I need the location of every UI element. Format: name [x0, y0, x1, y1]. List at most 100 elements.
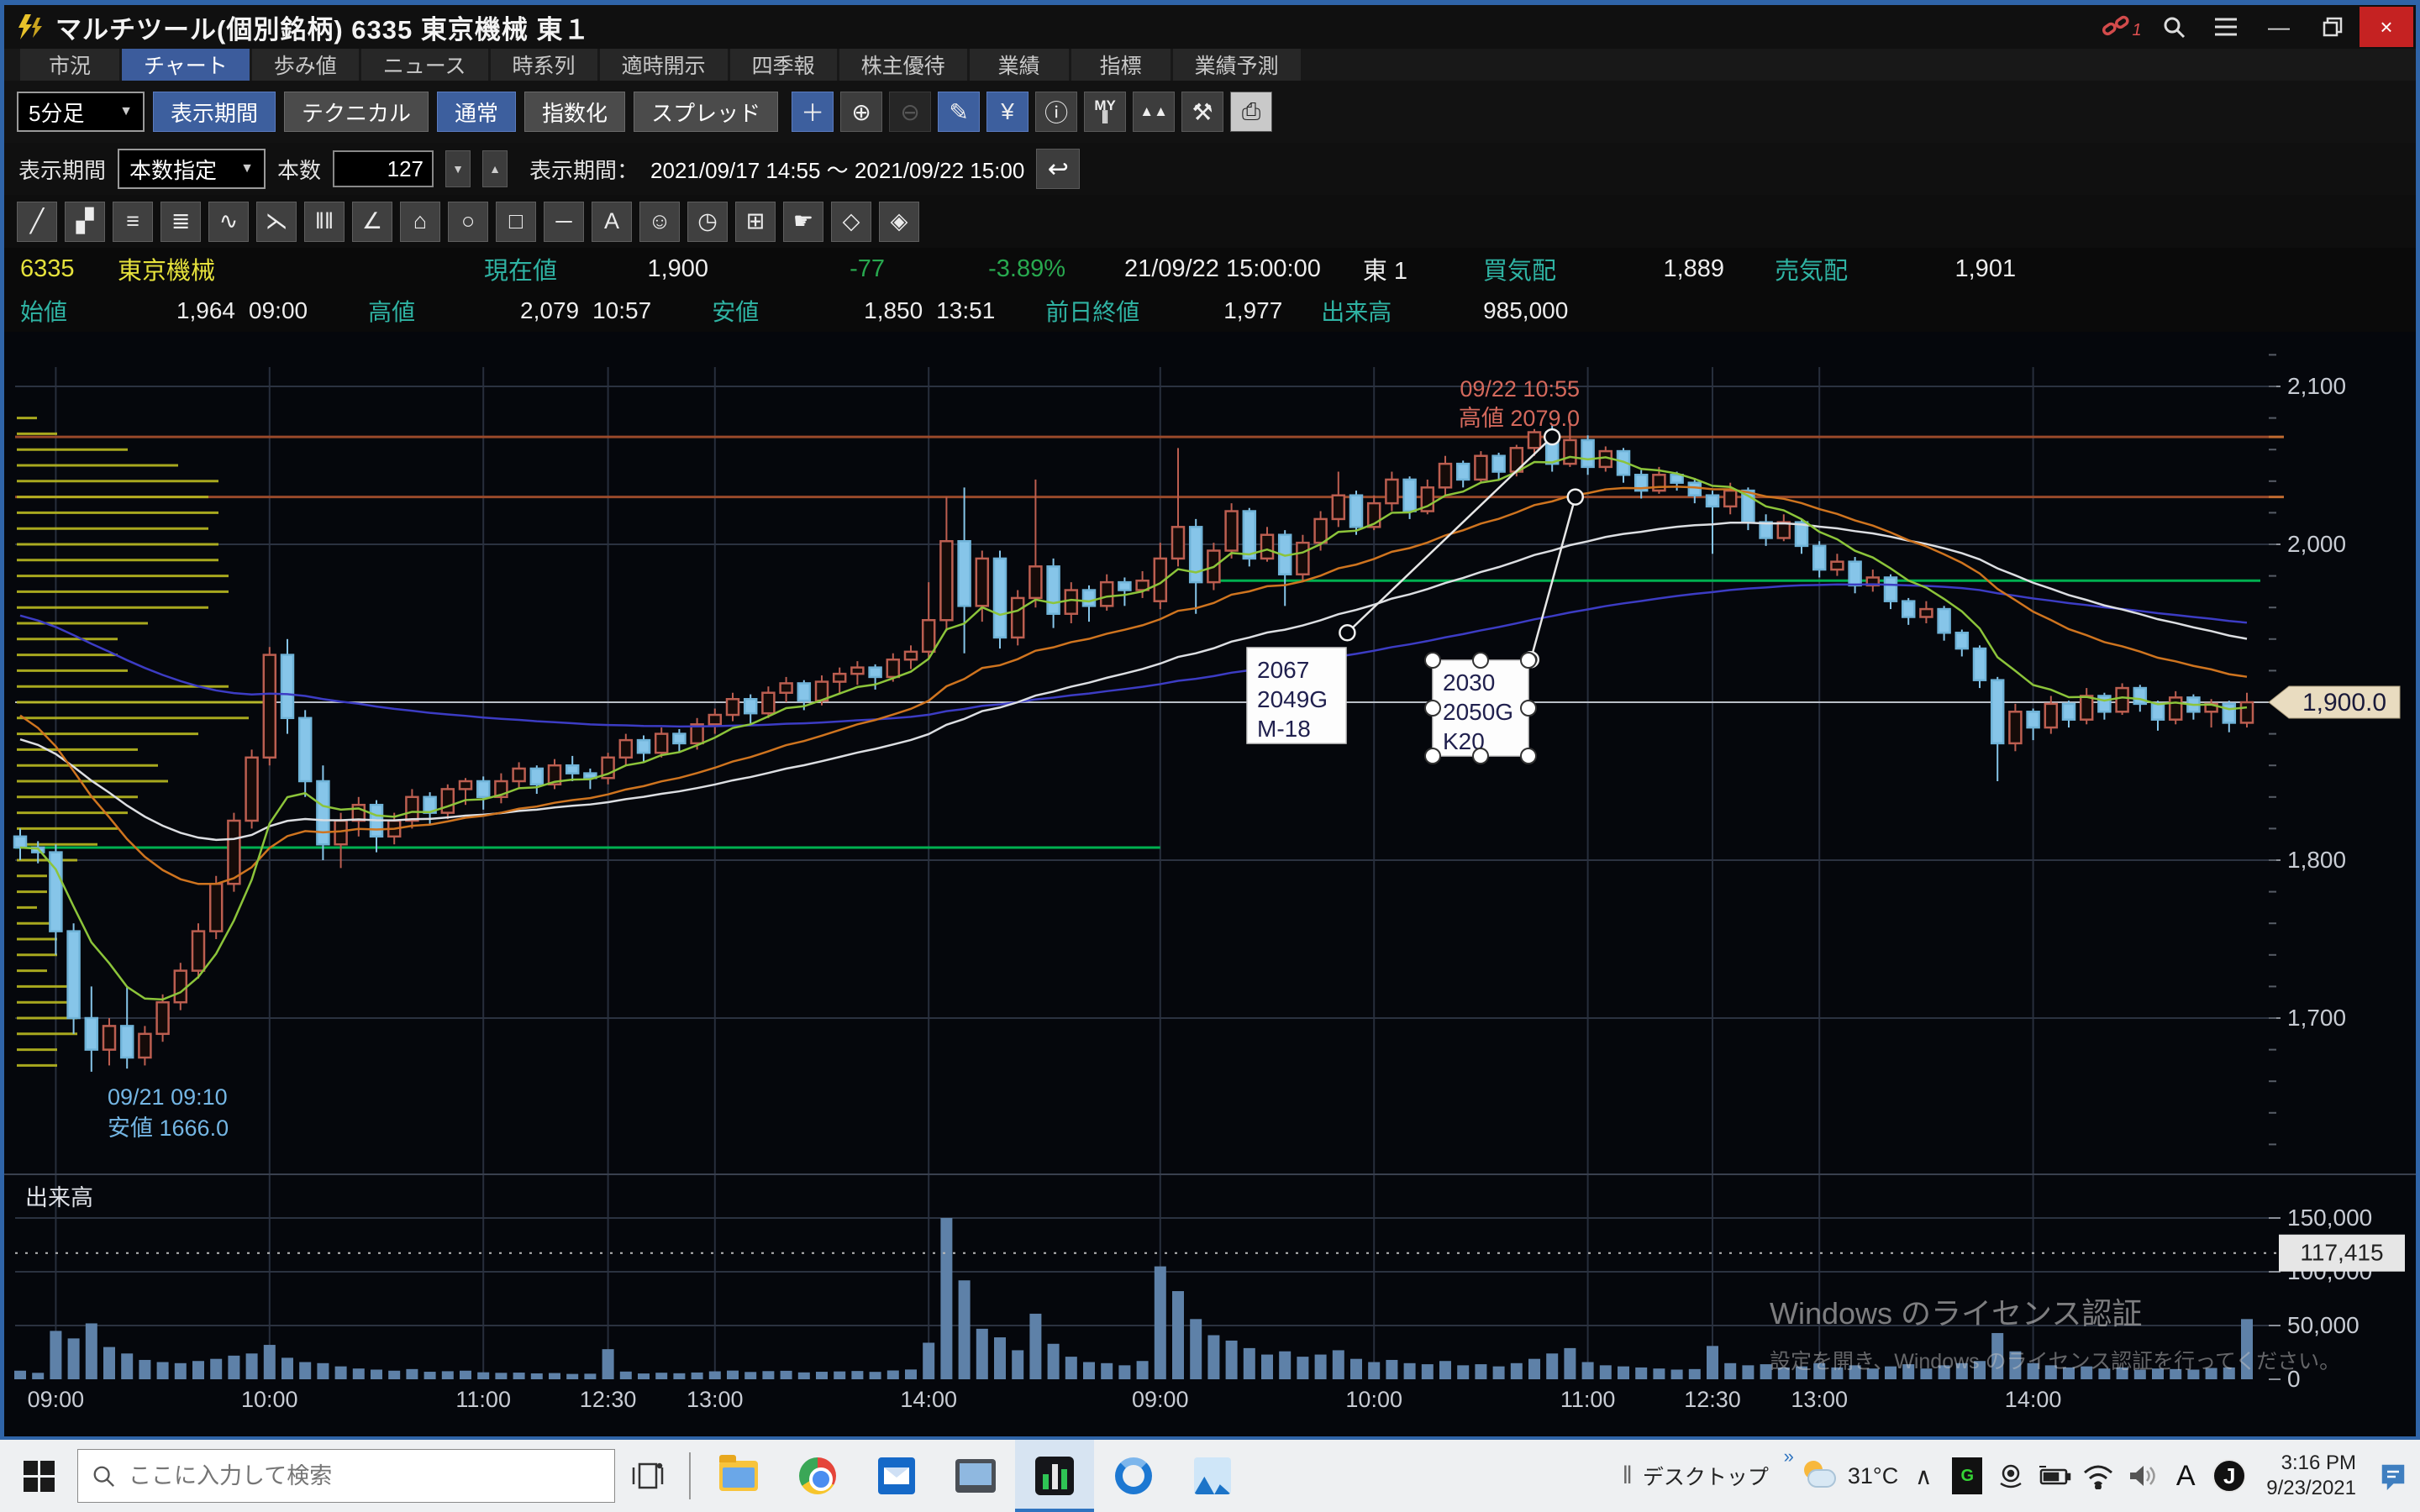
- desktop-toolbar-label[interactable]: デスクトップ»: [1643, 1461, 1794, 1491]
- taskbar-app-chrome[interactable]: [778, 1440, 857, 1512]
- chart-area[interactable]: 20672049GM-1820302050GK2009/22 10:55高値 2…: [0, 332, 2420, 1436]
- taskbar-app-monitor[interactable]: [936, 1440, 1015, 1512]
- rectangle-tool-icon[interactable]: □: [496, 202, 536, 242]
- svg-text:高値 2079.0: 高値 2079.0: [1459, 406, 1580, 431]
- toolbar-handle[interactable]: ‖: [1622, 1462, 1630, 1490]
- tab-指標[interactable]: 指標: [1071, 49, 1171, 81]
- parallel-line-tool-icon[interactable]: ▞: [65, 202, 105, 242]
- wrench-icon[interactable]: ⚒: [1181, 92, 1223, 132]
- tab-ニュース[interactable]: ニュース: [361, 49, 488, 81]
- taskbar-app-chart-active[interactable]: [1015, 1440, 1094, 1512]
- text-tool-icon[interactable]: A: [592, 202, 632, 242]
- hand-tool-icon[interactable]: ☛: [783, 202, 823, 242]
- テクニカル-button[interactable]: テクニカル: [284, 92, 429, 132]
- market-name: 東 1: [1363, 251, 1407, 286]
- スプレッド-button[interactable]: スプレッド: [634, 92, 778, 132]
- window-border-left: [0, 0, 4, 1440]
- svg-text:12:30: 12:30: [1684, 1387, 1741, 1412]
- icon-stamp-tool-icon[interactable]: ☺: [639, 202, 680, 242]
- quote-datetime: 21/09/22 15:00:00: [1124, 255, 1321, 283]
- svg-text:13:00: 13:00: [1791, 1387, 1848, 1412]
- count-increment-button[interactable]: ▲: [482, 150, 508, 187]
- svg-text:09/22 10:55: 09/22 10:55: [1460, 376, 1580, 402]
- svg-text:2,000: 2,000: [2287, 531, 2346, 557]
- mail-icon: [878, 1457, 915, 1494]
- tab-適時開示[interactable]: 適時開示: [600, 49, 728, 81]
- link-icon[interactable]: 1: [2096, 8, 2148, 45]
- temperature-value[interactable]: 31°C: [1848, 1463, 1898, 1489]
- pentagon-tool-icon[interactable]: ⌂: [400, 202, 440, 242]
- close-button[interactable]: ×: [2360, 7, 2413, 47]
- count-decrement-button[interactable]: ▼: [445, 150, 471, 187]
- tab-業績予測[interactable]: 業績予測: [1173, 49, 1301, 81]
- menu-icon[interactable]: [2200, 8, 2252, 45]
- battery-icon[interactable]: [2036, 1455, 2073, 1497]
- speaker-icon[interactable]: [2123, 1455, 2160, 1497]
- tab-業績[interactable]: 業績: [970, 49, 1069, 81]
- hidden-icons-chevron[interactable]: ∧: [1905, 1455, 1942, 1497]
- start-button[interactable]: [0, 1440, 77, 1512]
- svg-text:12:30: 12:30: [580, 1387, 637, 1412]
- info-icon[interactable]: ⓘ: [1035, 92, 1077, 132]
- swirl-app-icon: [1115, 1457, 1152, 1494]
- maximize-button[interactable]: [2306, 7, 2360, 47]
- period-mode-select[interactable]: 本数指定 ▼: [118, 149, 266, 189]
- crosshair-icon[interactable]: ＋: [792, 92, 834, 132]
- fan-lines-tool-icon[interactable]: ⋋: [256, 202, 297, 242]
- trendline-tool-icon[interactable]: ╱: [17, 202, 57, 242]
- my-indicator-icon[interactable]: MY⫼: [1084, 92, 1126, 132]
- horizontal-line-tool-icon[interactable]: ─: [544, 202, 584, 242]
- wifi-icon[interactable]: [2080, 1455, 2117, 1497]
- taskbar-app-photos[interactable]: [1173, 1440, 1252, 1512]
- window-border-right: [2416, 0, 2420, 1440]
- pixel-app-icon[interactable]: G: [1949, 1455, 1986, 1497]
- 表示期間-button[interactable]: 表示期間: [153, 92, 276, 132]
- zoom-in-icon[interactable]: ⊕: [840, 92, 882, 132]
- tab-市況[interactable]: 市況: [20, 49, 119, 81]
- search-icon[interactable]: [2148, 8, 2200, 45]
- mountain-chart-icon[interactable]: ▲▲: [1133, 92, 1175, 132]
- pencil-icon[interactable]: ✎: [938, 92, 980, 132]
- search-input[interactable]: [129, 1463, 566, 1489]
- tab-株主優待[interactable]: 株主優待: [839, 49, 967, 81]
- svg-text:2067: 2067: [1257, 657, 1309, 683]
- bar-count-input[interactable]: 127: [333, 150, 434, 187]
- tab-時系列[interactable]: 時系列: [491, 49, 597, 81]
- monitor-icon: [955, 1459, 996, 1493]
- svg-text:10:00: 10:00: [1345, 1387, 1402, 1412]
- minimize-button[interactable]: —: [2252, 7, 2306, 47]
- weather-icon[interactable]: [1801, 1459, 1841, 1493]
- tab-チャート[interactable]: チャート: [122, 49, 250, 81]
- taskbar-app-file-explorer[interactable]: [699, 1440, 778, 1512]
- 通常-button[interactable]: 通常: [437, 92, 516, 132]
- camera-icon[interactable]: [1992, 1455, 2029, 1497]
- horizontal-lines-tool-icon[interactable]: ≡: [113, 202, 153, 242]
- quote-row: 6335 東京機械 現在値 1,900 -77 -3.89% 21/09/22 …: [0, 248, 2420, 290]
- printer-icon[interactable]: ⎙: [1230, 92, 1272, 132]
- time-marker-tool-icon[interactable]: ◷: [687, 202, 728, 242]
- vertical-lines-tool-icon[interactable]: ‖‖: [304, 202, 345, 242]
- erase-object-tool-icon[interactable]: ◇: [831, 202, 871, 242]
- reset-period-button[interactable]: ↩: [1036, 149, 1080, 189]
- ime-j-icon[interactable]: J: [2211, 1455, 2248, 1497]
- tab-歩み値[interactable]: 歩み値: [252, 49, 359, 81]
- taskbar-app-swirl[interactable]: [1094, 1440, 1173, 1512]
- task-view-button[interactable]: [615, 1440, 681, 1512]
- taskbar-app-mail[interactable]: [857, 1440, 936, 1512]
- tab-四季報[interactable]: 四季報: [730, 49, 837, 81]
- multi-horizontal-lines-tool-icon[interactable]: ≣: [160, 202, 201, 242]
- interval-select[interactable]: 5分足 ▼: [17, 92, 145, 132]
- yen-icon[interactable]: ¥: [986, 92, 1028, 132]
- copy-object-tool-icon[interactable]: ⊞: [735, 202, 776, 242]
- fibonacci-arc-tool-icon[interactable]: ∿: [208, 202, 249, 242]
- pitchfork-tool-icon[interactable]: ∠: [352, 202, 392, 242]
- ime-a-icon[interactable]: A: [2167, 1455, 2204, 1497]
- notification-icon[interactable]: [2375, 1455, 2412, 1497]
- ellipse-tool-icon[interactable]: ○: [448, 202, 488, 242]
- svg-text:13:00: 13:00: [687, 1387, 744, 1412]
- taskbar-search[interactable]: [77, 1449, 615, 1503]
- chart-svg: 20672049GM-1820302050GK2009/22 10:55高値 2…: [0, 332, 2420, 1436]
- taskbar-clock[interactable]: 3:16 PM 9/23/2021: [2254, 1451, 2368, 1501]
- erase-all-tool-icon[interactable]: ◈: [879, 202, 919, 242]
- 指数化-button[interactable]: 指数化: [524, 92, 625, 132]
